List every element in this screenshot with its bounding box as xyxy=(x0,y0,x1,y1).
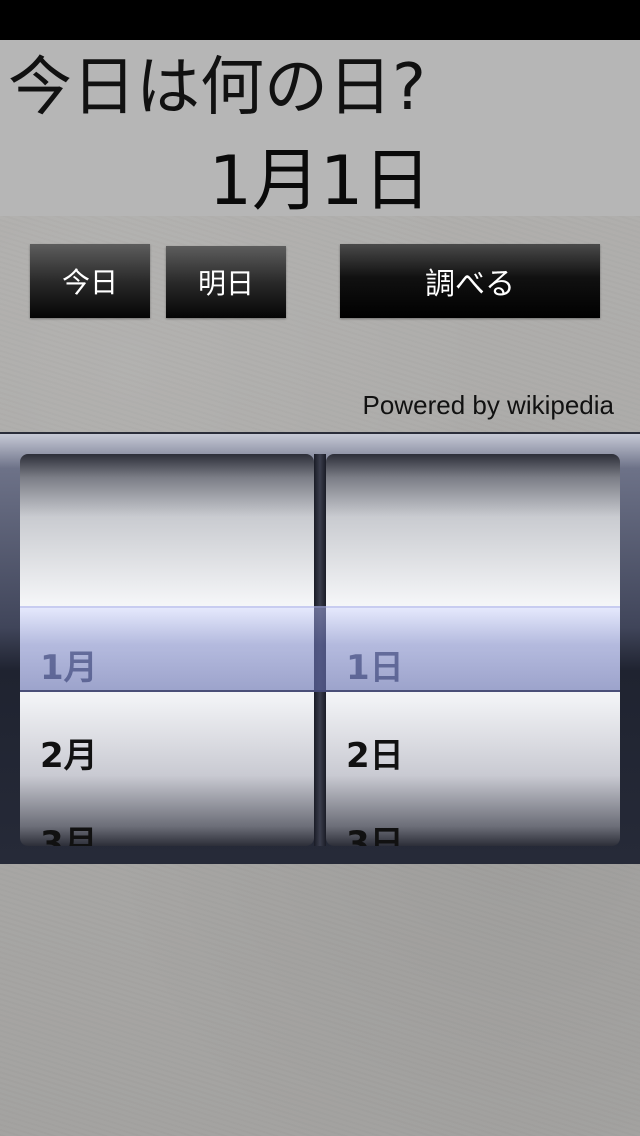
powered-by-label: Powered by wikipedia xyxy=(362,390,614,420)
today-button[interactable]: 今日 xyxy=(30,244,150,318)
date-picker: 1月 2月 3月 1日 2日 3日 xyxy=(0,432,640,864)
app-title: 今日は何の日? xyxy=(8,51,426,125)
selected-date-display: 1月1日 xyxy=(208,142,432,221)
day-option[interactable]: 3日 xyxy=(346,824,404,846)
status-bar xyxy=(0,0,640,40)
month-option[interactable]: 2月 xyxy=(40,736,98,776)
lookup-button[interactable]: 調べる xyxy=(340,244,600,318)
selection-divider xyxy=(314,606,326,692)
month-option[interactable]: 3月 xyxy=(40,824,98,846)
tomorrow-button[interactable]: 明日 xyxy=(166,246,286,318)
day-option[interactable]: 2日 xyxy=(346,736,404,776)
